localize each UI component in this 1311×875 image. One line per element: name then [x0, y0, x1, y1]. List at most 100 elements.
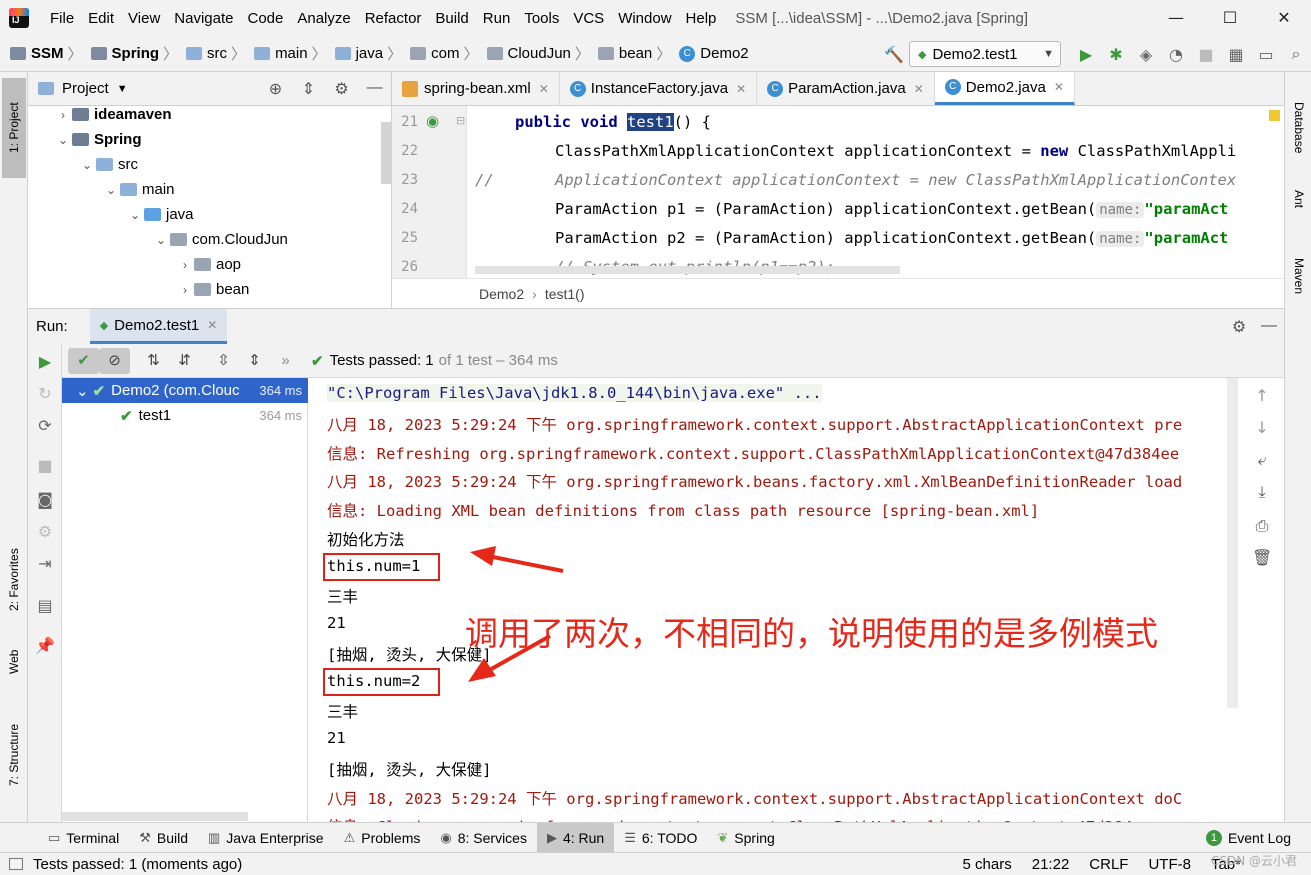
tool-terminal[interactable]: ▭ Terminal: [38, 823, 129, 853]
editor-hscrollbar[interactable]: [475, 266, 900, 274]
close-icon[interactable]: ✕: [736, 82, 746, 96]
tree-item-ideamaven[interactable]: › ideamaven: [54, 102, 172, 127]
structure-tool-tab[interactable]: 7: Structure: [2, 702, 26, 807]
pin-icon[interactable]: 📌: [34, 636, 56, 655]
status-message[interactable]: Tests passed: 1 (moments ago): [33, 856, 242, 873]
menu-navigate[interactable]: Navigate: [167, 10, 240, 27]
crumb-cloudjun[interactable]: CloudJun 〉: [486, 43, 594, 64]
close-window-button[interactable]: ✕: [1257, 0, 1311, 36]
menu-window[interactable]: Window: [611, 10, 678, 27]
tool-windows-toggle-icon[interactable]: [9, 858, 23, 870]
tool-spring[interactable]: ❦ Spring: [707, 823, 784, 853]
status-caret-position[interactable]: 21:22: [1032, 856, 1070, 873]
show-passed-icon[interactable]: ✔: [68, 347, 99, 374]
chevron-down-icon[interactable]: ⌄: [54, 133, 72, 147]
hide-panel-icon[interactable]: —: [1254, 317, 1284, 337]
collapse-all-icon[interactable]: ⇕: [292, 79, 325, 99]
crumb-spring[interactable]: Spring 〉: [90, 43, 183, 64]
fold-icon[interactable]: ⊟: [456, 114, 465, 127]
tree-item-spring[interactable]: ⌄ Spring: [54, 127, 142, 152]
breadcrumb-class[interactable]: Demo2: [479, 286, 524, 302]
chevron-right-icon[interactable]: ›: [176, 258, 194, 272]
menu-run[interactable]: Run: [476, 10, 518, 27]
run-configuration-select[interactable]: ◆ Demo2.test1 ▼: [909, 41, 1061, 67]
ant-tool-tab[interactable]: Ant: [1287, 190, 1311, 235]
soft-wrap-icon[interactable]: ⤶: [1252, 450, 1272, 470]
crumb-java[interactable]: java 〉: [334, 43, 407, 64]
chevron-down-icon[interactable]: ▼: [117, 83, 128, 95]
chevron-down-icon[interactable]: ⌄: [126, 208, 144, 222]
arrow-up-icon[interactable]: ↑: [1252, 386, 1272, 405]
code-area[interactable]: 21 22 23 24 25 26 ◉ ⊟ public void test1(…: [392, 106, 1284, 278]
breadcrumb-method[interactable]: test1(): [545, 286, 585, 302]
hide-panel-icon[interactable]: —: [358, 79, 391, 99]
web-tool-tab[interactable]: Web: [2, 632, 26, 692]
trash-icon[interactable]: 🗑: [1252, 548, 1272, 567]
console-output[interactable]: "C:\Program Files\Java\jdk1.8.0_144\bin\…: [308, 378, 1238, 823]
close-icon[interactable]: ✕: [539, 82, 549, 96]
tool-run[interactable]: ▶ 4: Run: [536, 822, 615, 853]
close-icon[interactable]: ✕: [1054, 80, 1064, 94]
menu-refactor[interactable]: Refactor: [358, 10, 429, 27]
menu-file[interactable]: File: [43, 10, 81, 27]
close-icon[interactable]: ✕: [207, 318, 217, 332]
layout-icon[interactable]: ▤: [34, 596, 56, 615]
status-line-separator[interactable]: CRLF: [1089, 856, 1128, 873]
tool-problems[interactable]: ⚠ Problems: [334, 823, 431, 853]
favorites-tool-tab[interactable]: 2: Favorites: [2, 517, 26, 642]
chevron-down-icon[interactable]: ⌄: [102, 183, 120, 197]
console-scrollbar[interactable]: [1227, 378, 1238, 708]
search-icon[interactable]: ⌕: [1281, 44, 1311, 64]
database-tool-tab[interactable]: Database: [1287, 102, 1311, 182]
print-icon[interactable]: ⎙: [1252, 516, 1272, 536]
gear-icon[interactable]: ⚙: [325, 79, 358, 99]
tree-item-bean[interactable]: › bean: [176, 277, 249, 302]
locate-target-icon[interactable]: ⊕: [259, 79, 292, 99]
close-icon[interactable]: ✕: [914, 82, 924, 96]
run-play-icon[interactable]: ▶: [1071, 45, 1101, 64]
expand-all-icon[interactable]: ⇳: [208, 348, 239, 374]
crumb-com[interactable]: com 〉: [410, 43, 482, 64]
toggle-autotest-icon[interactable]: ⟳: [34, 416, 56, 435]
run-test-gutter-icon[interactable]: ◉: [426, 112, 439, 130]
more-chevron-icon[interactable]: »: [270, 348, 301, 374]
menu-view[interactable]: View: [121, 10, 167, 27]
camera-icon[interactable]: ◙: [34, 490, 56, 509]
stop-icon[interactable]: ■: [34, 456, 56, 475]
debug-bug-icon[interactable]: ✱: [1101, 45, 1131, 64]
project-tool-tab[interactable]: 1: Project: [2, 78, 26, 178]
crumb-demo2[interactable]: C Demo2: [679, 45, 749, 62]
menu-build[interactable]: Build: [428, 10, 475, 27]
test-case-row[interactable]: ✔ test1 364 ms: [62, 403, 308, 428]
tree-item-com-cloudjun[interactable]: ⌄ com.CloudJun: [152, 227, 288, 252]
show-ignored-icon[interactable]: ⊘: [99, 347, 130, 374]
menu-tools[interactable]: Tools: [517, 10, 566, 27]
tab-instancefactory[interactable]: C InstanceFactory.java ✕: [560, 72, 758, 105]
tool-services[interactable]: ◉ 8: Services: [430, 823, 537, 853]
gear-icon[interactable]: ⚙: [1224, 317, 1254, 337]
tab-paramaction[interactable]: C ParamAction.java ✕: [757, 72, 935, 105]
stop-icon[interactable]: ■: [1191, 45, 1221, 64]
tab-demo2[interactable]: C Demo2.java ✕: [934, 72, 1075, 105]
tool-build[interactable]: ⚒ Build: [129, 823, 198, 853]
project-panel-title[interactable]: Project: [62, 80, 109, 97]
import-icon[interactable]: ⇥: [34, 554, 56, 573]
run-tab-demo2-test1[interactable]: ◆ Demo2.test1 ✕: [89, 309, 228, 344]
tree-item-src[interactable]: ⌄ src: [78, 152, 138, 177]
chevron-down-icon[interactable]: ⌄: [78, 158, 96, 172]
menu-help[interactable]: Help: [679, 10, 724, 27]
tool-java-enterprise[interactable]: ▥ Java Enterprise: [198, 823, 334, 853]
settings-icon[interactable]: ⚙: [34, 522, 56, 541]
sort-alpha-icon[interactable]: ⇅: [138, 348, 169, 374]
scroll-to-end-icon[interactable]: ⤓: [1252, 482, 1272, 502]
rerun-failed-icon[interactable]: ↻: [34, 384, 56, 403]
project-structure-icon[interactable]: ▦: [1221, 45, 1251, 64]
menu-edit[interactable]: Edit: [81, 10, 121, 27]
tree-item-main[interactable]: ⌄ main: [102, 177, 175, 202]
menu-code[interactable]: Code: [240, 10, 290, 27]
arrow-down-icon[interactable]: ↓: [1252, 418, 1272, 437]
crumb-main[interactable]: main 〉: [254, 43, 331, 64]
test-suite-row[interactable]: ⌄ ✔ Demo2 (com.Clouc 364 ms: [62, 378, 308, 403]
tree-item-aop[interactable]: › aop: [176, 252, 241, 277]
crumb-ssm[interactable]: SSM 〉: [10, 43, 87, 64]
